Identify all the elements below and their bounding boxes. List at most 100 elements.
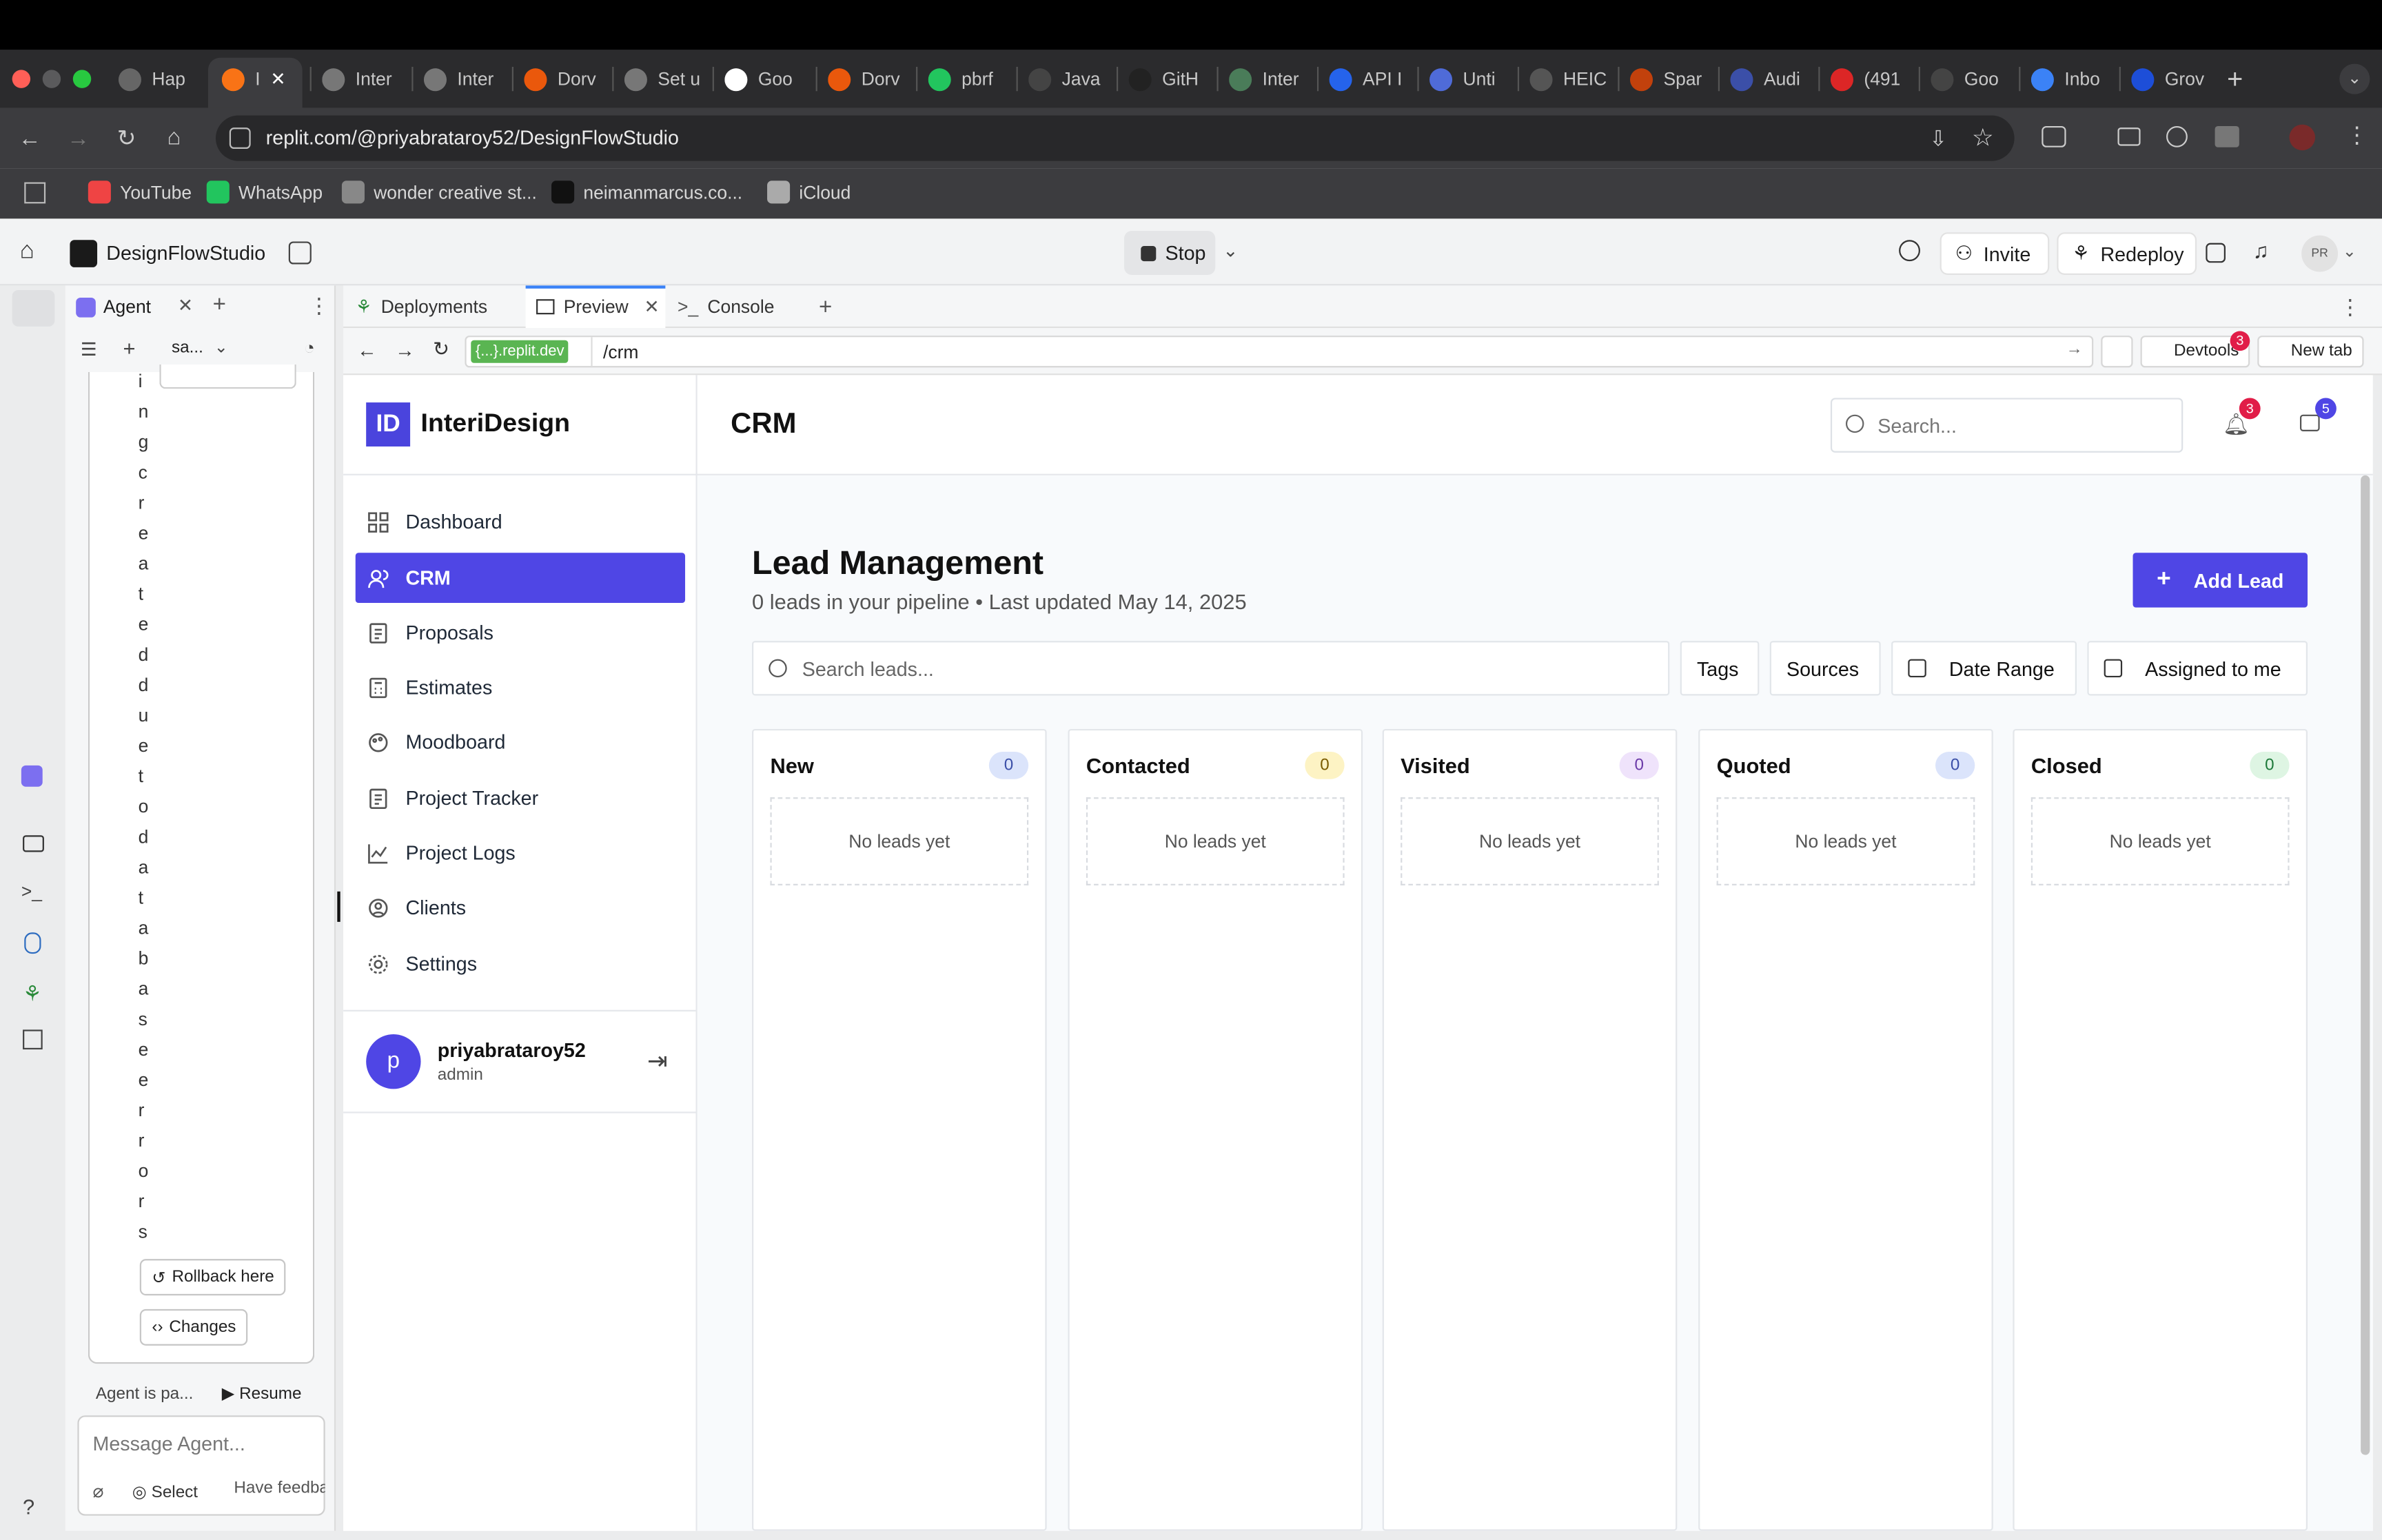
media-icon[interactable]: [2117, 127, 2141, 146]
browser-tab[interactable]: Inter: [1229, 58, 1308, 101]
app-messages-icon[interactable]: [2299, 414, 2320, 431]
preview-url-input[interactable]: {...}.replit.dev /crm →: [465, 336, 2094, 368]
history-list-icon[interactable]: ☰: [81, 339, 97, 360]
rail-agent-icon[interactable]: [21, 765, 43, 787]
browser-tab[interactable]: Grov: [2131, 58, 2210, 101]
browser-tab[interactable]: Spar: [1629, 58, 1709, 101]
date-range-filter-button[interactable]: Date Range: [1891, 641, 2077, 696]
address-bar[interactable]: replit.com/@priyabrataroy52/DesignFlowSt…: [215, 115, 2015, 161]
browser-tab[interactable]: GitH: [1128, 58, 1208, 101]
browser-tab[interactable]: Inbo: [2030, 58, 2110, 101]
reload-icon[interactable]: ↻: [117, 125, 136, 152]
back-icon[interactable]: ←: [18, 126, 41, 152]
zoom-window-dot[interactable]: [72, 70, 92, 88]
browser-tab[interactable]: Set u: [624, 58, 704, 101]
close-window-dot[interactable]: [12, 70, 31, 88]
screenshot-icon[interactable]: [2166, 125, 2188, 147]
search-leads-input[interactable]: Search leads...: [752, 641, 1670, 696]
bookmark-item[interactable]: iCloud: [767, 181, 851, 204]
rail-apps-icon[interactable]: [23, 1029, 43, 1050]
new-tab-icon[interactable]: +: [2227, 64, 2243, 96]
browser-tab[interactable]: Goo: [724, 58, 804, 101]
agent-speed-icon[interactable]: ◔: [304, 337, 315, 358]
help-icon[interactable]: ?: [23, 1495, 34, 1519]
sidebar-item-project-tracker[interactable]: Project Tracker: [356, 773, 685, 823]
extensions-icon[interactable]: [2042, 125, 2066, 147]
preview-forward-icon[interactable]: →: [395, 339, 415, 362]
rail-deploy-icon[interactable]: ⚘: [23, 981, 42, 1007]
bookmark-item[interactable]: WhatsApp: [206, 181, 323, 204]
sidebar-item-settings[interactable]: Settings: [356, 938, 685, 989]
rollback-button[interactable]: ↺ Rollback here: [139, 1259, 287, 1296]
preview-back-icon[interactable]: ←: [357, 339, 377, 362]
rail-preview-icon[interactable]: [23, 835, 44, 852]
replit-home-icon[interactable]: ⌂: [20, 238, 34, 266]
browser-tab[interactable]: Goo: [1931, 58, 2010, 101]
tab-search-icon[interactable]: ⌄: [2339, 63, 2370, 94]
notifications-bell-icon[interactable]: ♫: [2253, 238, 2269, 263]
resume-button[interactable]: ▶ Resume: [222, 1384, 302, 1403]
browser-tab[interactable]: Inter: [322, 58, 401, 101]
add-lead-button[interactable]: + Add Lead: [2132, 553, 2308, 608]
close-agent-tab-icon[interactable]: ✕: [178, 295, 193, 316]
assigned-filter-button[interactable]: Assigned to me: [2087, 641, 2308, 696]
add-panel-tab-icon[interactable]: +: [213, 291, 226, 317]
changes-button[interactable]: ‹› Changes: [139, 1308, 249, 1346]
agent-attachment-thumb[interactable]: [159, 364, 296, 389]
rail-console-icon[interactable]: >_: [21, 881, 42, 902]
message-input[interactable]: Message Agent... ⌀ ◎ Select Have feedbac…: [77, 1415, 325, 1516]
sidebar-item-proposals[interactable]: Proposals: [356, 608, 685, 658]
redeploy-button[interactable]: ⚘ Redeploy: [2057, 232, 2197, 275]
stop-dropdown-chevron-icon[interactable]: ⌄: [1223, 240, 1238, 261]
panel-more-icon[interactable]: ⋮: [2339, 285, 2361, 328]
browser-tab[interactable]: Hap: [118, 58, 198, 101]
install-icon[interactable]: ⇩: [1929, 126, 1947, 152]
device-toggle-icon[interactable]: [2101, 336, 2133, 368]
avatar-chevron-icon[interactable]: ⌄: [2343, 241, 2356, 261]
forward-icon[interactable]: →: [67, 126, 90, 152]
browser-tab[interactable]: Audi: [1730, 58, 1809, 101]
user-avatar[interactable]: PR: [2301, 235, 2339, 272]
sidebar-item-dashboard[interactable]: Dashboard: [356, 497, 685, 547]
sidebar-item-clients[interactable]: Clients: [356, 883, 685, 933]
preview-reload-icon[interactable]: ↻: [433, 337, 449, 361]
project-menu-icon[interactable]: [288, 241, 312, 265]
browser-tab[interactable]: pbrf: [928, 58, 1008, 101]
browser-tab[interactable]: I: [221, 58, 298, 101]
sidebar-item-moodboard[interactable]: Moodboard: [356, 717, 685, 767]
main-scrollbar[interactable]: [2361, 475, 2370, 1455]
browser-tab[interactable]: Unti: [1429, 58, 1509, 101]
app-search-input[interactable]: Search...: [1830, 398, 2184, 453]
session-chevron-icon[interactable]: ⌄: [214, 337, 228, 357]
minimize-window-dot[interactable]: [42, 70, 61, 88]
sidebar-item-project-logs[interactable]: Project Logs: [356, 828, 685, 878]
layout-toggle-icon[interactable]: [2206, 243, 2226, 263]
translate-icon[interactable]: [2215, 125, 2239, 147]
bookmark-item[interactable]: neimanmarcus.co...: [551, 181, 742, 204]
rail-files-icon[interactable]: [12, 289, 55, 327]
sidebar-item-crm[interactable]: CRM: [355, 553, 686, 604]
attach-icon[interactable]: ⌀: [92, 1481, 103, 1502]
browser-tab[interactable]: (491: [1830, 58, 1910, 101]
bookmark-item[interactable]: wonder creative st...: [341, 181, 537, 204]
tab-console[interactable]: >_ Console: [678, 285, 774, 328]
browser-tab[interactable]: Dorv: [828, 58, 907, 101]
stop-button[interactable]: Stop: [1124, 231, 1216, 275]
close-preview-tab-icon[interactable]: ✕: [644, 285, 660, 328]
new-tab-button[interactable]: New tab: [2257, 336, 2364, 368]
search-icon[interactable]: [1899, 240, 1920, 262]
sidebar-item-estimates[interactable]: Estimates: [356, 662, 685, 712]
home-icon[interactable]: ⌂: [167, 125, 181, 150]
new-chat-icon[interactable]: +: [123, 336, 136, 360]
rail-database-icon[interactable]: [24, 932, 41, 954]
site-info-icon[interactable]: [229, 127, 251, 149]
bookmark-item[interactable]: YouTube: [88, 181, 192, 204]
browser-tab[interactable]: Java: [1028, 58, 1108, 101]
browser-tab[interactable]: Inter: [423, 58, 503, 101]
add-tool-tab-icon[interactable]: +: [819, 285, 832, 328]
tab-deployments[interactable]: ⚘ Deployments: [356, 285, 487, 328]
agent-tab-label[interactable]: Agent: [103, 296, 151, 318]
invite-button[interactable]: ⚇ Invite: [1940, 232, 2050, 275]
apps-grid-icon[interactable]: [24, 182, 46, 204]
agent-session-label[interactable]: sa...: [172, 339, 203, 357]
